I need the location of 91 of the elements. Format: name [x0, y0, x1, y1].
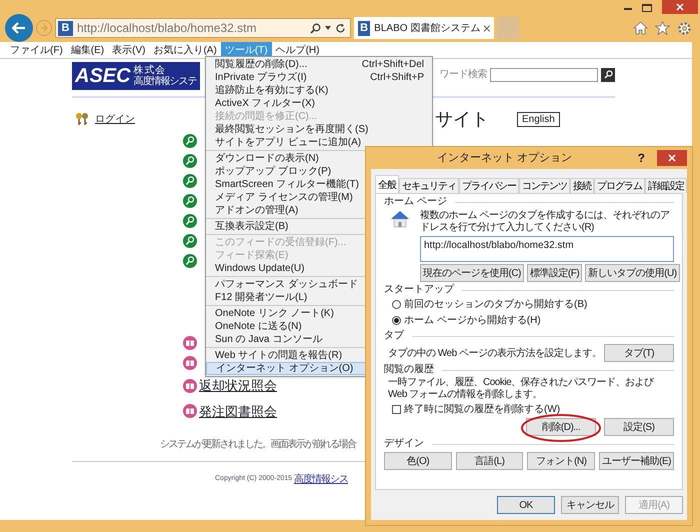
magnifier-icon[interactable] — [183, 194, 197, 208]
section-heading: スタートアップ — [384, 284, 454, 296]
tabs-description: タブの中の Web ページの表示方法を設定します。 — [388, 346, 602, 360]
dialog-tab[interactable]: 接続 — [570, 178, 594, 193]
forward-arrow-icon — [40, 24, 48, 32]
tab-title: BLABO 図書館システム — [374, 22, 480, 36]
search-label: ワード検索 — [440, 68, 487, 82]
dialog-button[interactable]: 色(O) — [384, 452, 452, 470]
dialog-button[interactable]: OK — [497, 496, 555, 514]
radio-button[interactable] — [392, 300, 401, 309]
site-icon-badge: B — [358, 20, 370, 36]
dialog-button[interactable]: ユーザー補助(E) — [599, 452, 674, 470]
magnifier-icon[interactable] — [183, 134, 197, 148]
site-icon-badge: B — [58, 20, 73, 36]
dialog-title: インターネット オプション — [436, 150, 573, 166]
search-button[interactable] — [601, 68, 615, 82]
close-icon[interactable] — [484, 24, 490, 32]
address-text: http://localhost/blabo/home32.stm — [77, 20, 258, 37]
dialog-button[interactable]: キャンセル — [561, 496, 619, 514]
magnifier-icon[interactable] — [183, 174, 197, 188]
menu-bar-item[interactable]: ファイル(F) — [6, 42, 67, 58]
home-icon[interactable] — [633, 21, 648, 35]
section-heading: 閲覧の履歴 — [384, 364, 434, 376]
star-icon[interactable] — [655, 21, 670, 35]
browser-tab[interactable]: B BLABO 図書館システム — [354, 17, 494, 39]
history-description: 一時ファイル、履歴、Cookie、保存されたパスワード、および Web フォームの情報を削除します。 — [387, 377, 656, 401]
instruction-text: 複数のホーム ページのタブを作成するには、それぞれのアドレスを行で分けて入力してください(R) — [420, 210, 670, 234]
close-icon — [668, 154, 676, 162]
help-button[interactable]: ? — [638, 149, 645, 167]
section-heading: タブ — [384, 330, 404, 342]
menu-item[interactable]: InPrivate ブラウズ(I) Ctrl+Shift+P — [206, 71, 432, 84]
magnifier-icon[interactable] — [183, 254, 197, 268]
search-icon[interactable] — [310, 22, 321, 34]
settings-icon[interactable] — [677, 20, 692, 36]
magnifier-icon[interactable] — [183, 154, 197, 168]
menu-item[interactable]: ActiveX フィルター(X) — [206, 97, 432, 110]
menu-bar-item[interactable]: ヘルプ(H) — [272, 42, 324, 58]
login-link[interactable]: ログイン — [95, 112, 135, 126]
checkbox-label: 終了時に閲覧の履歴を削除する(W) — [404, 402, 560, 417]
radio-label: ホーム ページから開始する(H) — [404, 314, 541, 328]
book-icon — [183, 378, 197, 393]
english-button[interactable]: English — [517, 112, 560, 126]
menu-bar-item[interactable]: 表示(V) — [108, 42, 150, 58]
book-icon — [183, 404, 197, 418]
dialog-button[interactable]: 現在のページを使用(C) — [420, 264, 524, 282]
search-field[interactable] — [490, 68, 598, 82]
book-icon[interactable] — [183, 356, 197, 370]
refresh-icon[interactable] — [335, 22, 346, 34]
dialog-tab[interactable]: プログラム — [594, 178, 645, 193]
dialog-button[interactable]: 標準設定(F) — [526, 264, 582, 282]
dropdown-icon[interactable] — [325, 26, 331, 30]
menu-bar-item[interactable]: 編集(E) — [66, 42, 108, 58]
checkbox[interactable] — [392, 405, 401, 414]
radio-button[interactable] — [392, 316, 401, 325]
dialog-tab[interactable]: プライバシー — [459, 178, 519, 193]
menu-item[interactable]: サイトをアプリ ビューに追加(A) — [206, 136, 432, 149]
section-heading: ホーム ページ — [384, 196, 447, 208]
menu-bar-item[interactable]: お気に入り(A) — [149, 42, 221, 58]
menu-item[interactable]: 閲覧履歴の削除(D)... Ctrl+Shift+Del — [206, 58, 432, 71]
house-icon — [390, 210, 410, 228]
dialog-tab[interactable]: セキュリティ — [399, 178, 459, 193]
dialog-tab[interactable]: コンテンツ — [519, 178, 570, 193]
magnifier-icon[interactable] — [183, 214, 197, 228]
dialog-button[interactable]: 新しいタブの使用(U) — [585, 264, 680, 282]
menu-item[interactable]: 追跡防止を有効にする(K) — [206, 84, 432, 97]
back-button[interactable] — [5, 14, 33, 42]
section-heading: デザイン — [384, 438, 424, 450]
home-page-textarea[interactable]: http://localhost/blabo/home32.stm — [420, 236, 674, 262]
address-bar[interactable]: B http://localhost/blabo/home32.stm — [55, 18, 351, 38]
company-link[interactable]: 高度情報シス — [294, 472, 348, 487]
dialog-button[interactable]: 言語(L) — [456, 452, 524, 470]
magnifier-icon[interactable] — [183, 234, 197, 248]
page-heading: サイト — [435, 108, 489, 130]
dialog-button[interactable]: 設定(S) — [604, 418, 674, 436]
dialog-button[interactable]: 削除(D)... — [526, 418, 596, 436]
dialog-tab[interactable]: 詳細設定 — [645, 178, 687, 193]
dialog-button[interactable]: フォント(N) — [527, 452, 596, 470]
dialog-button[interactable]: タブ(T) — [604, 344, 674, 362]
dialog-tab[interactable]: 全般 — [375, 175, 399, 193]
menu-link[interactable]: 発注図書照会 — [199, 402, 277, 421]
back-arrow-icon — [12, 22, 26, 34]
maximize-icon[interactable] — [642, 4, 652, 12]
radio-label: 前回のセッションのタブから開始する(B) — [404, 298, 588, 312]
close-button[interactable] — [657, 150, 687, 166]
notice-text: システムが更新されました。画面表示が崩れる場合 — [160, 438, 356, 452]
close-button[interactable] — [662, 0, 698, 14]
book-icon[interactable] — [183, 336, 197, 350]
close-icon — [676, 3, 684, 11]
menu-item[interactable]: 最終閲覧セッションを再度開く(S) — [206, 123, 432, 136]
menu-link[interactable]: 返却状況照会 — [199, 376, 277, 396]
keys-icon — [75, 112, 89, 126]
